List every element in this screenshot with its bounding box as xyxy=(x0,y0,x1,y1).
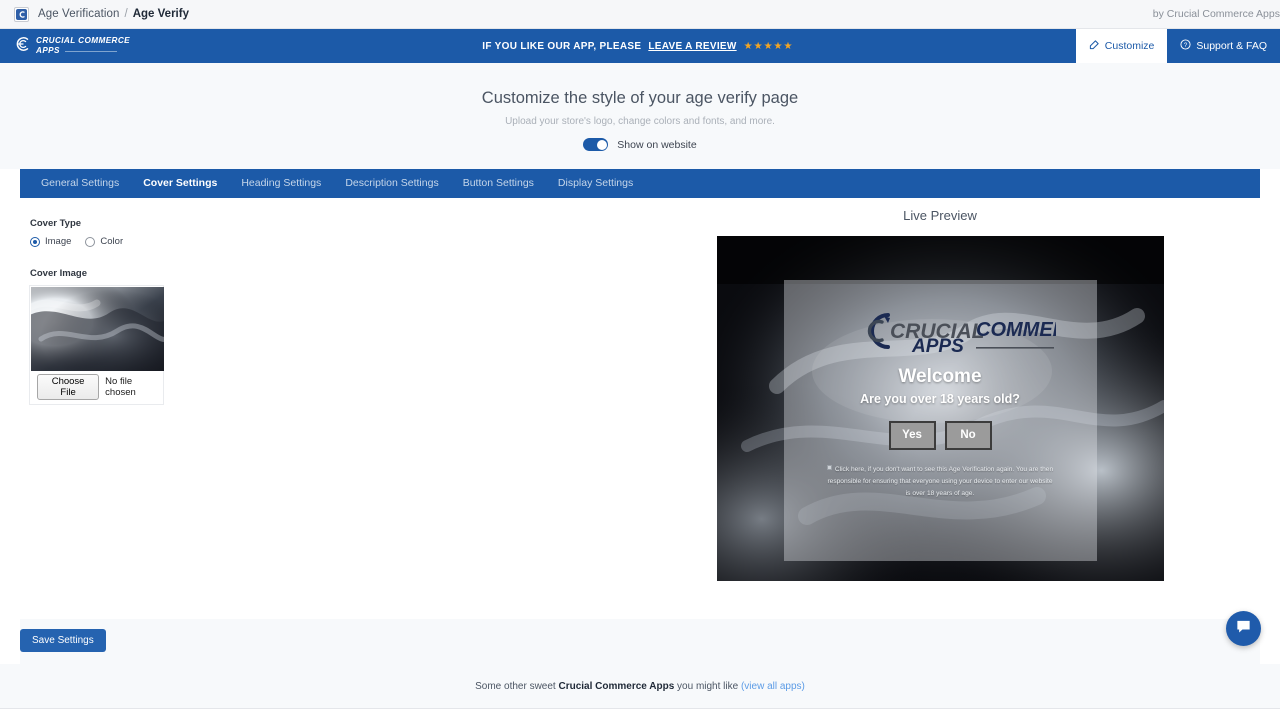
breadcrumb: Age Verification / Age Verify by Crucial… xyxy=(0,0,1280,29)
app-header: CRUCIAL COMMERCE APPS IF YOU LIKE OUR AP… xyxy=(0,29,1280,63)
smoke-thumbnail-graphic xyxy=(31,287,164,371)
remember-choice-checkbox[interactable] xyxy=(826,464,832,470)
page-header-section: Customize the style of your age verify p… xyxy=(0,63,1280,169)
cover-type-radio-group: Image Color xyxy=(30,236,620,247)
footer-text: Some other sweet Crucial Commerce Apps y… xyxy=(475,681,805,692)
preview-question: Are you over 18 years old? xyxy=(860,391,1020,406)
customize-button[interactable]: Customize xyxy=(1075,29,1168,63)
radio-color-icon[interactable] xyxy=(85,236,96,247)
svg-text:APPS: APPS xyxy=(911,336,964,355)
page-title: Customize the style of your age verify p… xyxy=(481,89,799,107)
radio-image-icon[interactable] xyxy=(30,236,40,247)
app-favicon-icon xyxy=(14,6,29,22)
star-rating-icon: ★★★★★ xyxy=(743,40,794,52)
crucial-c-arc-icon xyxy=(12,34,32,59)
cover-type-option-image[interactable]: Image xyxy=(30,236,71,247)
chat-bubble-icon xyxy=(1235,618,1252,640)
pencil-square-icon xyxy=(1089,39,1100,53)
preview-brand-logo: CRUCIAL COMMERCE APPS xyxy=(824,307,1056,355)
promo-text: IF YOU LIKE OUR APP, PLEASE xyxy=(482,40,642,52)
toggle-knob xyxy=(596,139,607,150)
save-bar: Save Settings xyxy=(20,619,1260,664)
tab-heading-settings[interactable]: Heading Settings xyxy=(230,169,332,198)
show-on-website-toggle[interactable] xyxy=(583,138,609,151)
cover-settings-form: Cover Type Image Color Cover Image Choos… xyxy=(20,198,620,619)
logo-line-2: APPS xyxy=(36,46,60,55)
chat-widget-button[interactable] xyxy=(1226,611,1261,646)
preview-disclaimer-text: Click here, if you don't want to see thi… xyxy=(827,465,1054,498)
page-bottom-spacer xyxy=(0,709,1280,720)
radio-image-label: Image xyxy=(45,236,72,247)
footer-prefix: Some other sweet xyxy=(475,681,559,692)
no-button[interactable]: No xyxy=(944,420,992,450)
footer-brand: Crucial Commerce Apps xyxy=(558,681,675,692)
live-preview-pane: Live Preview CRUCIAL COMME APPS Welcome … xyxy=(620,198,1260,619)
cover-image-thumbnail-box: Choose File No file chosen xyxy=(30,286,164,404)
breadcrumb-separator: / xyxy=(124,8,128,20)
svg-text:COMMERCE: COMMERCE xyxy=(976,319,1056,341)
brand-logo[interactable]: CRUCIAL COMMERCE APPS xyxy=(0,29,200,63)
preview-button-row: Yes No xyxy=(888,420,992,450)
crucial-commerce-apps-logo-icon: CRUCIAL COMMERCE APPS xyxy=(867,313,1056,355)
logo-line-1: CRUCIAL COMMERCE xyxy=(36,35,131,45)
radio-color-label: Color xyxy=(100,236,124,247)
header-actions: Customize ? Support & FAQ xyxy=(1075,29,1280,63)
leave-a-review-link[interactable]: LEAVE A REVIEW xyxy=(648,41,736,52)
footer-suffix: you might like xyxy=(674,681,741,692)
preview-heading: Welcome xyxy=(898,366,982,387)
svg-text:?: ? xyxy=(1184,42,1188,49)
show-on-website-row: Show on website xyxy=(0,138,1280,151)
live-preview-frame: CRUCIAL COMMERCE APPS Welcome Are you ov… xyxy=(716,236,1164,581)
cover-type-option-color[interactable]: Color xyxy=(85,236,123,247)
cover-image-label: Cover Image xyxy=(30,268,88,279)
yes-button[interactable]: Yes xyxy=(888,420,936,450)
tab-button-settings[interactable]: Button Settings xyxy=(452,169,545,198)
preview-disclaimer-row: Click here, if you don't want to see thi… xyxy=(825,464,1055,501)
cover-image-thumbnail xyxy=(31,287,164,371)
live-preview-title: Live Preview xyxy=(903,208,977,223)
tab-display-settings[interactable]: Display Settings xyxy=(547,169,644,198)
view-all-apps-link[interactable]: (view all apps) xyxy=(741,681,805,692)
promo-banner: IF YOU LIKE OUR APP, PLEASE LEAVE A REVI… xyxy=(200,29,1076,63)
age-verify-modal: CRUCIAL COMMERCE APPS Welcome Are you ov… xyxy=(783,280,1097,561)
app-page: Age Verification / Age Verify by Crucial… xyxy=(0,0,1280,720)
save-settings-button[interactable]: Save Settings xyxy=(20,629,106,652)
show-on-website-label: Show on website xyxy=(617,138,697,151)
support-faq-button[interactable]: ? Support & FAQ xyxy=(1167,29,1280,63)
footer: Some other sweet Crucial Commerce Apps y… xyxy=(0,664,1280,709)
tab-general-settings[interactable]: General Settings xyxy=(30,169,130,198)
customize-label: Customize xyxy=(1104,40,1155,52)
logo-rule xyxy=(64,50,117,52)
tab-description-settings[interactable]: Description Settings xyxy=(334,169,449,198)
cover-image-file-input[interactable]: Choose File No file chosen xyxy=(31,371,162,403)
question-circle-icon: ? xyxy=(1180,39,1191,53)
page-subtitle: Upload your store's logo, change colors … xyxy=(505,116,775,127)
settings-tabs: General Settings Cover Settings Heading … xyxy=(20,169,1260,198)
settings-content: Cover Type Image Color Cover Image Choos… xyxy=(20,198,1260,619)
file-status-label: No file chosen xyxy=(105,376,136,398)
cover-type-label: Cover Type xyxy=(30,218,82,229)
choose-file-button[interactable]: Choose File xyxy=(37,374,100,400)
tab-cover-settings[interactable]: Cover Settings xyxy=(132,169,228,198)
breadcrumb-current: Age Verify xyxy=(132,8,189,20)
support-faq-label: Support & FAQ xyxy=(1196,40,1267,52)
breadcrumb-parent[interactable]: Age Verification xyxy=(38,8,120,20)
attribution-label: by Crucial Commerce Apps xyxy=(1152,8,1280,20)
